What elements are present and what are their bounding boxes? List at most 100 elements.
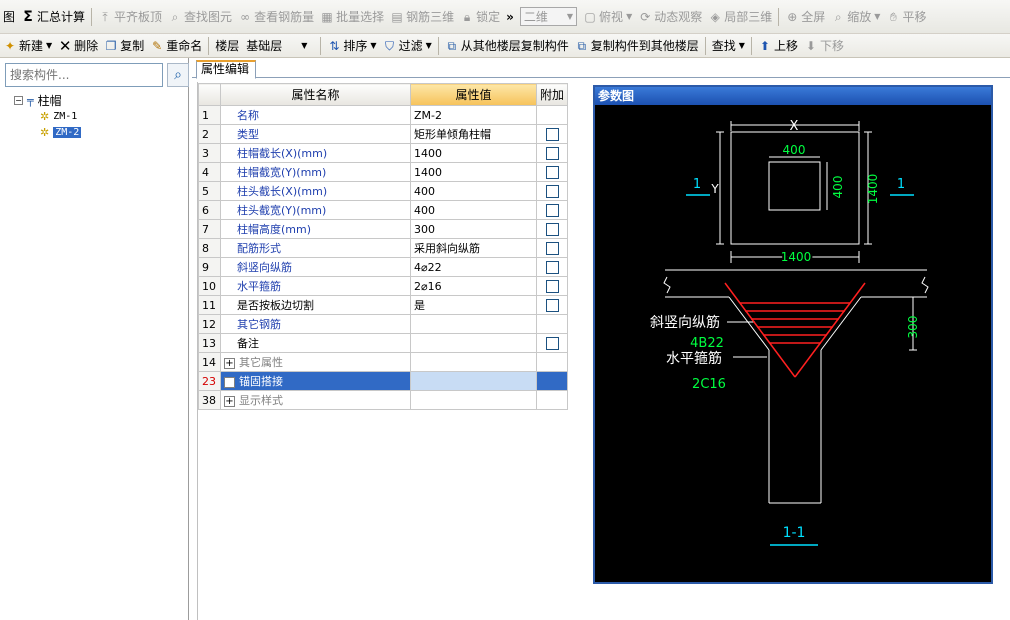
table-row[interactable]: 6 柱头截宽(Y)(mm) 400	[198, 200, 569, 220]
find-element-button[interactable]: ⌕ 查找图元	[165, 6, 235, 28]
property-name[interactable]: 名称	[220, 105, 411, 125]
copy-from-floor-button[interactable]: ⧉ 从其他楼层复制构件	[442, 35, 572, 57]
property-value[interactable]: 4⌀22	[410, 257, 537, 277]
extra-checkbox[interactable]	[545, 241, 559, 255]
extra-checkbox[interactable]	[545, 279, 559, 293]
rename-button[interactable]: ✎ 重命名	[147, 35, 205, 57]
property-name[interactable]: 是否按板边切割	[220, 295, 411, 315]
property-value[interactable]: 400	[410, 200, 537, 220]
table-row[interactable]: 9 斜竖向纵筋 4⌀22	[198, 257, 569, 277]
table-row[interactable]: 2 类型 矩形单倾角柱帽	[198, 124, 569, 144]
batch-select-button[interactable]: ▦ 批量选择	[317, 6, 387, 28]
property-name[interactable]: 其它钢筋	[220, 314, 411, 334]
extra-checkbox[interactable]	[545, 203, 559, 217]
toolbar-overflow-button[interactable]: »	[503, 6, 517, 28]
property-value[interactable]: 400	[410, 181, 537, 201]
align-slab-top-button[interactable]: ⤒ 平齐板顶	[95, 6, 165, 28]
expand-icon[interactable]: +	[224, 376, 235, 388]
column-header-extra[interactable]: 附加	[535, 83, 569, 106]
lock-button[interactable]: 🔒︎ 锁定	[457, 6, 503, 28]
sum-calculate-button[interactable]: Σ 汇总计算	[18, 6, 88, 28]
extra-checkbox[interactable]	[545, 127, 559, 141]
property-name[interactable]: 柱帽截宽(Y)(mm)	[220, 162, 411, 182]
property-value[interactable]	[410, 371, 537, 391]
property-name[interactable]: 备注	[220, 333, 411, 353]
pan-button[interactable]: ✋︎ 平移	[883, 6, 929, 28]
extra-checkbox[interactable]	[545, 260, 559, 274]
tree-node-root[interactable]: − ╤ 柱帽	[14, 92, 81, 108]
table-row[interactable]: 5 柱头截长(X)(mm) 400	[198, 181, 569, 201]
property-value[interactable]: 是	[410, 295, 537, 315]
top-view-button[interactable]: ▢ 俯视 ▼	[580, 6, 635, 28]
property-value[interactable]	[410, 333, 537, 353]
table-row[interactable]: 1 名称 ZM-2	[198, 105, 569, 125]
extra-checkbox[interactable]	[545, 184, 559, 198]
copy-to-floor-button[interactable]: ⧉ 复制构件到其他楼层	[572, 35, 702, 57]
expand-icon[interactable]: +	[224, 395, 235, 407]
property-name[interactable]: 斜竖向纵筋	[220, 257, 411, 277]
property-value[interactable]: 2⌀16	[410, 276, 537, 296]
extra-checkbox[interactable]	[545, 336, 559, 350]
column-header-name[interactable]: 属性名称	[220, 83, 411, 106]
expand-icon[interactable]: +	[224, 357, 235, 369]
property-name[interactable]: + 锚固搭接	[220, 371, 411, 391]
toolbar1-item-0[interactable]: 图	[0, 6, 18, 28]
new-button[interactable]: ✦ 新建 ▼	[0, 35, 55, 57]
rebar-3d-button[interactable]: ▤ 钢筋三维	[387, 6, 457, 28]
floor-select[interactable]: 基础层 ▼	[242, 36, 311, 56]
tree-node-zm2[interactable]: ✲ ZM-2	[14, 124, 82, 140]
property-name[interactable]: 水平箍筋	[220, 276, 411, 296]
local-3d-button[interactable]: ◈ 局部三维	[705, 6, 775, 28]
sort-button[interactable]: ⇅ 排序 ▼	[324, 35, 379, 57]
view-rebar-button[interactable]: ∞ 查看钢筋量	[235, 6, 317, 28]
tree-node-zm1[interactable]: ✲ ZM-1	[14, 108, 81, 124]
table-row[interactable]: 38 + 显示样式	[198, 390, 569, 410]
extra-checkbox[interactable]	[545, 146, 559, 160]
property-name[interactable]: 柱帽截长(X)(mm)	[220, 143, 411, 163]
property-name[interactable]: 柱头截长(X)(mm)	[220, 181, 411, 201]
tab-property-edit[interactable]: 属性编辑	[196, 60, 256, 79]
property-value[interactable]	[410, 390, 537, 410]
property-name[interactable]: 类型	[220, 124, 411, 144]
property-value[interactable]: ZM-2	[410, 105, 537, 125]
property-value[interactable]: 300	[410, 219, 537, 239]
table-row[interactable]: 13 备注	[198, 333, 569, 353]
view-mode-select[interactable]: 二维 ▼	[519, 7, 578, 26]
dynamic-view-button[interactable]: ⟳ 动态观察	[635, 6, 705, 28]
property-value[interactable]: 采用斜向纵筋	[410, 238, 537, 258]
property-value[interactable]	[410, 352, 537, 372]
table-row[interactable]: 23 + 锚固搭接	[198, 371, 569, 391]
copy-button[interactable]: ❐ 复制	[101, 35, 147, 57]
table-row[interactable]: 8 配筋形式 采用斜向纵筋	[198, 238, 569, 258]
move-down-button[interactable]: ⬇ 下移	[801, 35, 847, 57]
zoom-button[interactable]: ⌕ 缩放 ▼	[828, 6, 883, 28]
property-value[interactable]: 1400	[410, 143, 537, 163]
search-button[interactable]: ⌕	[167, 63, 189, 87]
property-name[interactable]: 配筋形式	[220, 238, 411, 258]
search-input[interactable]	[5, 63, 163, 87]
table-row[interactable]: 14 + 其它属性	[198, 352, 569, 372]
table-row[interactable]: 10 水平箍筋 2⌀16	[198, 276, 569, 296]
fullscreen-button[interactable]: ⊕ 全屏	[782, 6, 828, 28]
extra-checkbox[interactable]	[545, 165, 559, 179]
extra-checkbox[interactable]	[545, 222, 559, 236]
table-row[interactable]: 7 柱帽高度(mm) 300	[198, 219, 569, 239]
find-button[interactable]: 查找 ▼	[709, 35, 748, 57]
extra-checkbox[interactable]	[545, 298, 559, 312]
collapse-icon[interactable]: −	[14, 95, 23, 105]
column-header-value[interactable]: 属性值	[410, 83, 537, 106]
property-name[interactable]: 柱帽高度(mm)	[220, 219, 411, 239]
move-up-button[interactable]: ⬆ 上移	[755, 35, 801, 57]
property-name[interactable]: + 显示样式	[220, 390, 411, 410]
property-name[interactable]: 柱头截宽(Y)(mm)	[220, 200, 411, 220]
property-value[interactable]: 矩形单倾角柱帽	[410, 124, 537, 144]
table-row[interactable]: 4 柱帽截宽(Y)(mm) 1400	[198, 162, 569, 182]
property-name[interactable]: + 其它属性	[220, 352, 411, 372]
property-value[interactable]	[410, 314, 537, 334]
filter-button[interactable]: ⛉ 过滤 ▼	[380, 35, 435, 57]
table-row[interactable]: 11 是否按板边切割是	[198, 295, 569, 315]
delete-button[interactable]: ✕ 删除	[55, 35, 101, 57]
table-row[interactable]: 3 柱帽截长(X)(mm) 1400	[198, 143, 569, 163]
property-value[interactable]: 1400	[410, 162, 537, 182]
table-row[interactable]: 12 其它钢筋	[198, 314, 569, 334]
